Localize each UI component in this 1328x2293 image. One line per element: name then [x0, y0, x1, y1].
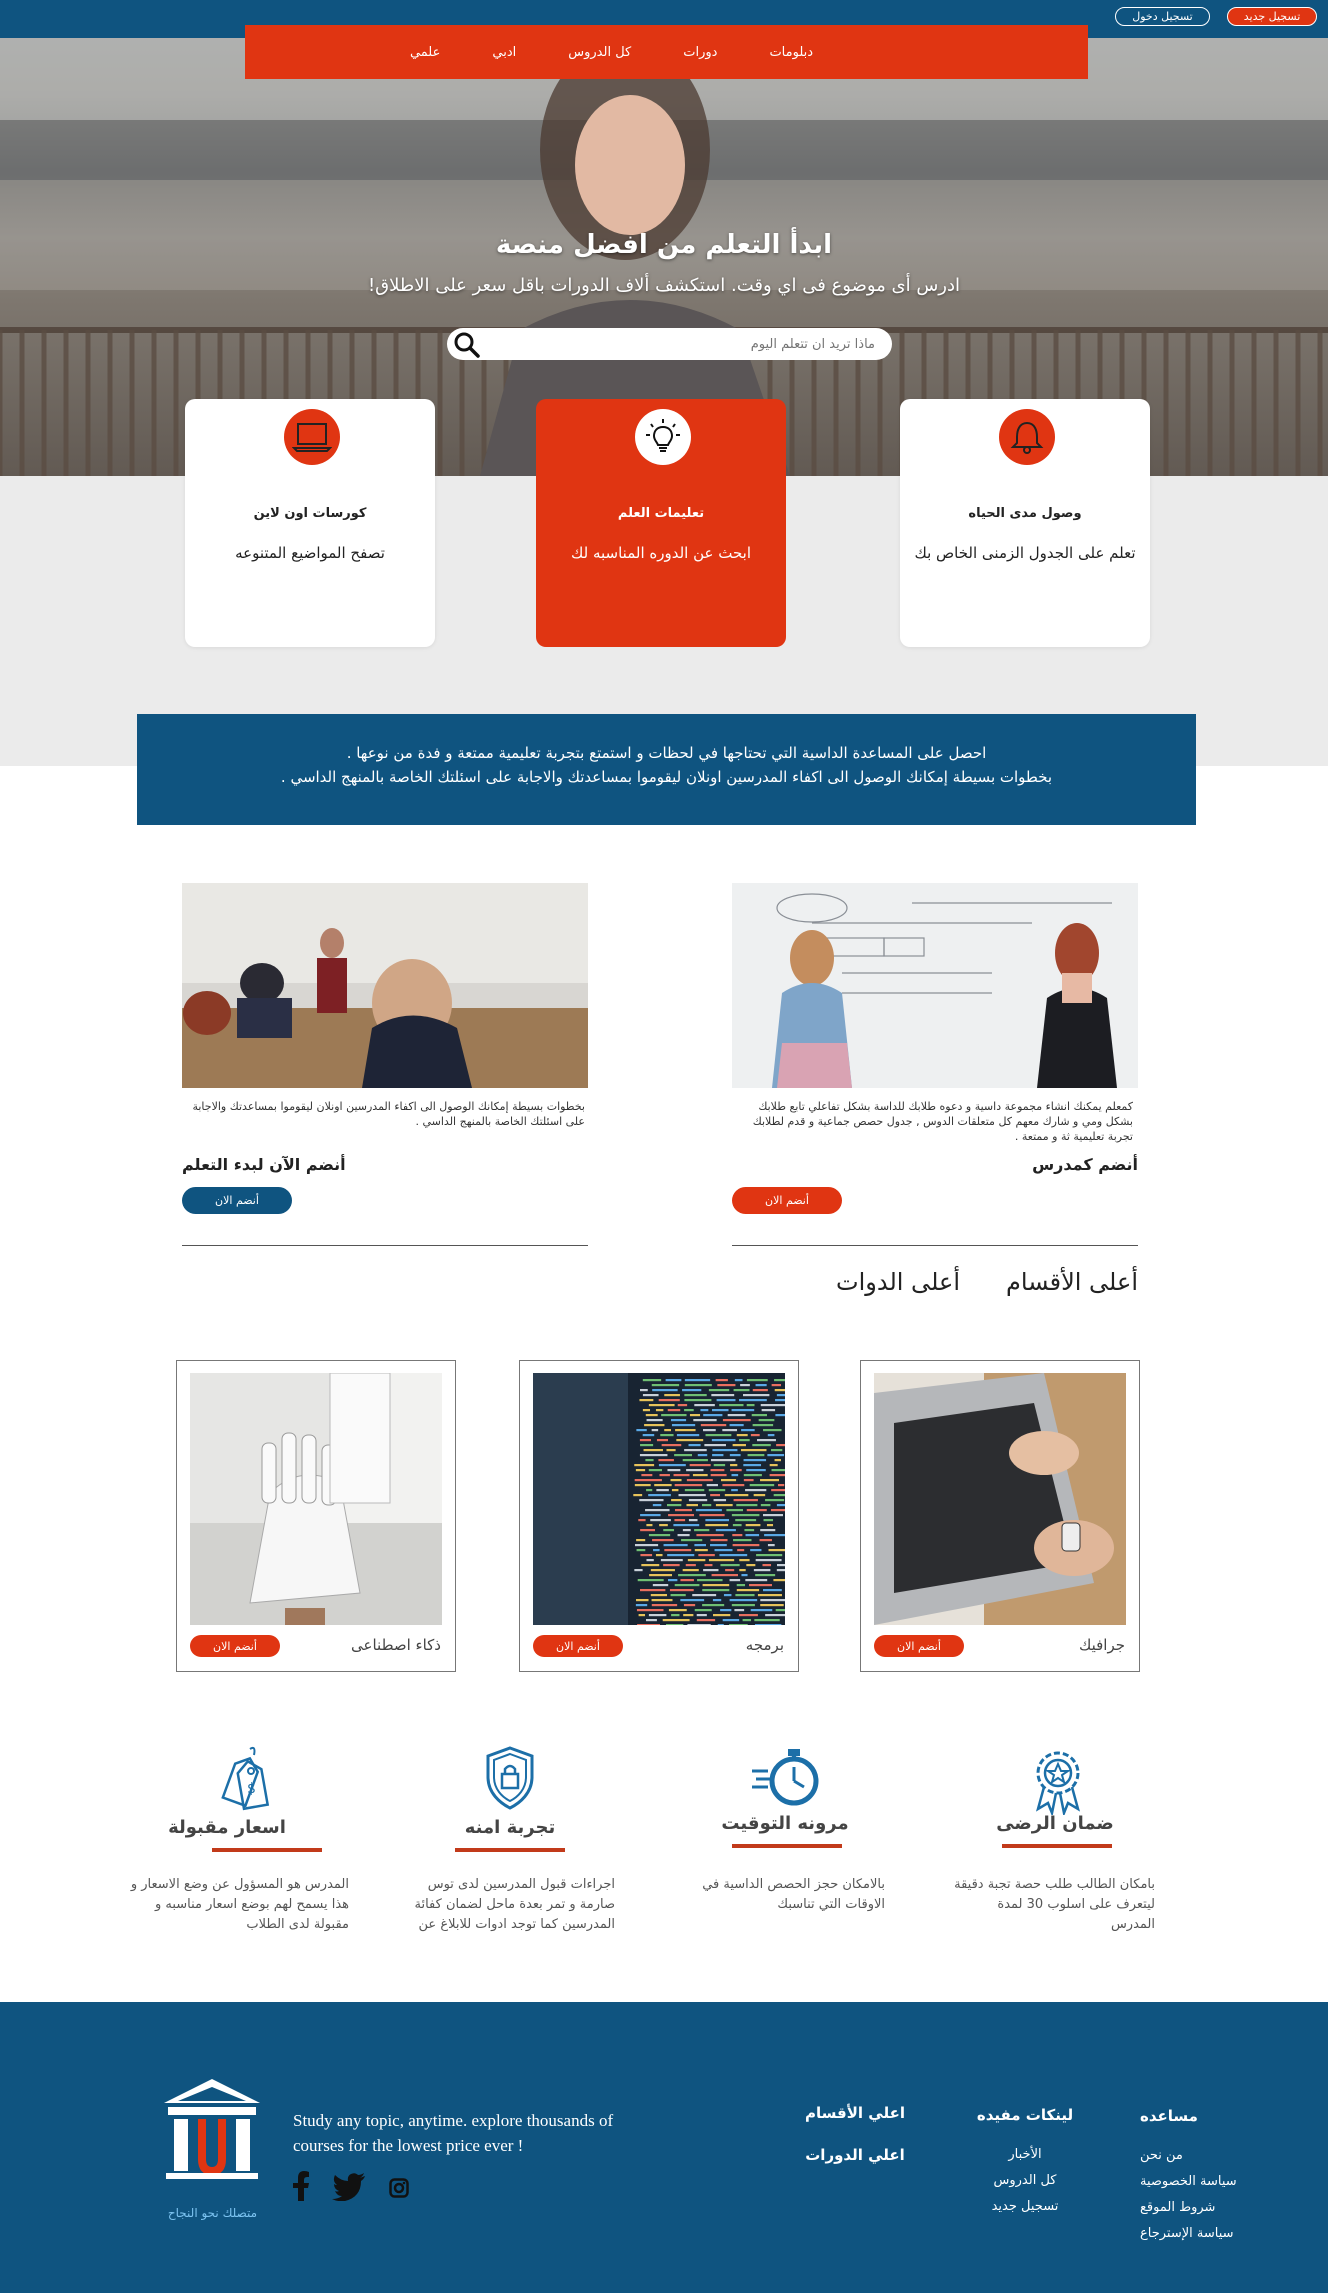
benefit-satisfaction: ضمان الرضى بامكان الطالب طلب حصة تجبة دق…	[950, 1745, 1170, 1945]
feature-card-instructions[interactable]: تعليمات العلم ابحث عن الدوره المناسبه لك	[536, 399, 786, 647]
nav-item-diplomas[interactable]: دبلومات	[769, 45, 813, 60]
nav-item-scientific[interactable]: علمي	[410, 45, 440, 60]
robot-hand-photo	[190, 1373, 442, 1625]
category-name: جرافيك	[1078, 1636, 1125, 1654]
divider	[732, 1245, 1138, 1246]
feature-card-lifetime[interactable]: وصول مدى الحياه تعلم على الجدول الزمنى ا…	[900, 399, 1150, 647]
footer-link-refund[interactable]: سياسة الإسترجاع	[1140, 2221, 1250, 2247]
category-name: ذكاء اصطناعى	[351, 1636, 441, 1654]
feature-text: ابحث عن الدوره المناسبه لك	[570, 544, 751, 562]
feature-title: كورسات اون لاين	[253, 506, 367, 521]
nav-item-literary[interactable]: ادبي	[492, 45, 516, 60]
facebook-icon[interactable]	[292, 2171, 310, 2201]
footer-col-useful: لينكات مفيده الأخبار كل الدروس تسجيل جدي…	[960, 2106, 1090, 2220]
nav-item-courses[interactable]: دورات	[683, 45, 717, 60]
benefit-title: اسعار مقبولة	[168, 1817, 286, 1838]
divider	[182, 1245, 588, 1246]
category-join-button[interactable]: أنضم الان	[874, 1635, 964, 1657]
tab-top-categories[interactable]: أعلى الأقسام	[1000, 1268, 1138, 1296]
banner-line-1: احصل على المساعدة الداسية التي تحتاجها ف…	[346, 744, 987, 762]
hero-title: ابدأ التعلم من افضل منصة	[495, 230, 833, 260]
lightbulb-icon	[635, 409, 691, 465]
footer-col-help: مساعده من نحن سياسة الخصوصية شروط الموقع…	[1100, 2107, 1250, 2247]
banner-line-2: بخطوات بسيطة إمكانك الوصول الى اكفاء الم…	[280, 768, 1053, 786]
footer-link-news[interactable]: الأخبار	[960, 2142, 1090, 2168]
footer-about: Study any topic, anytime. explore thousa…	[293, 2111, 614, 2155]
classroom-photo	[182, 883, 588, 1088]
feature-card-online[interactable]: كورسات اون لاين تصفح المواضيع المتنوعه	[185, 399, 435, 647]
shield-lock-icon	[482, 1745, 538, 1811]
feature-text: تعلم على الجدول الزمنى الخاص بك	[914, 544, 1136, 562]
search-icon[interactable]	[453, 331, 481, 359]
benefit-title: ضمان الرضى	[996, 1813, 1114, 1834]
join-student-text: بخطوات بسيطة إمكانك الوصول الى اكفاء الم…	[192, 1100, 585, 1128]
info-banner: احصل على المساعدة الداسية التي تحتاجها ف…	[137, 714, 1196, 825]
category-card[interactable]: جرافيك أنضم الان	[860, 1360, 1140, 1672]
title-underline	[1002, 1844, 1112, 1848]
category-name: برمجه	[745, 1636, 784, 1654]
footer-link-privacy[interactable]: سياسة الخصوصية	[1140, 2169, 1250, 2195]
award-ribbon-icon	[1026, 1745, 1090, 1815]
search-input[interactable]	[495, 332, 875, 356]
feature-title: وصول مدى الحياه	[968, 506, 1082, 521]
benefit-text: بالامكان حجز الحصص الداسية في الاوقات ال…	[702, 1877, 885, 1912]
register-button[interactable]: تسجيل جديد	[1227, 7, 1317, 26]
join-student-title: أنضم الآن لبدء التعلم	[182, 1155, 346, 1174]
laptop-icon	[284, 409, 340, 465]
footer-link-all-lessons[interactable]: كل الدروس	[960, 2168, 1090, 2194]
twitter-icon[interactable]	[332, 2173, 366, 2201]
feature-title: تعليمات العلم	[617, 506, 705, 521]
footer-col-title: لينكات مفيده	[976, 2106, 1074, 2124]
benefit-title: مرونه التوقيت	[721, 1813, 849, 1834]
svg-text:$: $	[247, 1781, 256, 1797]
footer-link-about[interactable]: من نحن	[1140, 2143, 1250, 2169]
join-teacher-button[interactable]: أنضم الان	[732, 1187, 842, 1214]
benefit-text: المدرس هو المسؤول عن وضع الاسعار و هذا ي…	[130, 1877, 349, 1932]
footer-tagline: متصلك نحو النجاح	[167, 2206, 258, 2220]
benefit-safe: تجربة امنه اجراءات قبول المدرسين لدى توس…	[400, 1745, 620, 1945]
footer-link-register[interactable]: تسجيل جديد	[960, 2194, 1090, 2220]
title-underline	[732, 1844, 842, 1848]
footer-col-top-categories[interactable]: اعلي الأقسام	[800, 2104, 910, 2122]
price-tag-icon: $	[220, 1745, 276, 1813]
category-join-button[interactable]: أنضم الان	[190, 1635, 280, 1657]
login-button[interactable]: تسجيل دخول	[1115, 7, 1210, 26]
join-student-button[interactable]: أنضم الان	[182, 1187, 292, 1214]
title-underline	[455, 1848, 565, 1852]
main-nav: دبلومات دورات كل الدروس ادبي علمي	[245, 25, 1088, 79]
benefit-prices: $ اسعار مقبولة المدرس هو المسؤول عن وضع …	[127, 1745, 352, 1945]
footer-col-top-courses[interactable]: اعلي الدورات	[800, 2146, 910, 2164]
category-card[interactable]: برمجه أنضم الان	[519, 1360, 799, 1672]
laptop-typing-photo	[874, 1373, 1126, 1625]
footer-col-title: مساعده	[1140, 2107, 1198, 2125]
teachers-whiteboard-photo	[732, 883, 1138, 1088]
feature-text: تصفح المواضيع المتنوعه	[235, 544, 385, 562]
category-join-button[interactable]: أنضم الان	[533, 1635, 623, 1657]
benefit-flexibility: مرونه التوقيت بالامكان حجز الحصص الداسية…	[680, 1745, 900, 1945]
footer-link-terms[interactable]: شروط الموقع	[1140, 2195, 1250, 2221]
instagram-icon[interactable]	[389, 2178, 409, 2198]
stopwatch-icon	[750, 1745, 822, 1815]
title-underline	[212, 1848, 322, 1852]
site-logo[interactable]	[162, 2077, 262, 2202]
benefit-text: بامكان الطالب طلب حصة تجبة دقيقة ليتعرف …	[954, 1877, 1155, 1932]
join-teacher-title: أنضم كمدرس	[1032, 1155, 1138, 1174]
code-screen-photo	[533, 1373, 785, 1625]
benefit-text: اجراءات قبول المدرسين لدى توس صارمة و تم…	[414, 1877, 616, 1932]
benefit-title: تجربة امنه	[464, 1817, 556, 1838]
hero-search	[447, 328, 892, 360]
category-card[interactable]: ذكاء اصطناعى أنضم الان	[176, 1360, 456, 1672]
tab-top-courses[interactable]: أعلى الدوات	[820, 1268, 960, 1296]
nav-item-all-lessons[interactable]: كل الدروس	[568, 45, 631, 60]
bell-icon	[999, 409, 1055, 465]
hero-subtitle: ادرس أى موضوع فى اي وقت. استكشف ألاف الد…	[367, 275, 961, 296]
join-teacher-text: كمعلم يمكنك انشاء مجموعة داسية و دعوه طل…	[752, 1100, 1133, 1143]
